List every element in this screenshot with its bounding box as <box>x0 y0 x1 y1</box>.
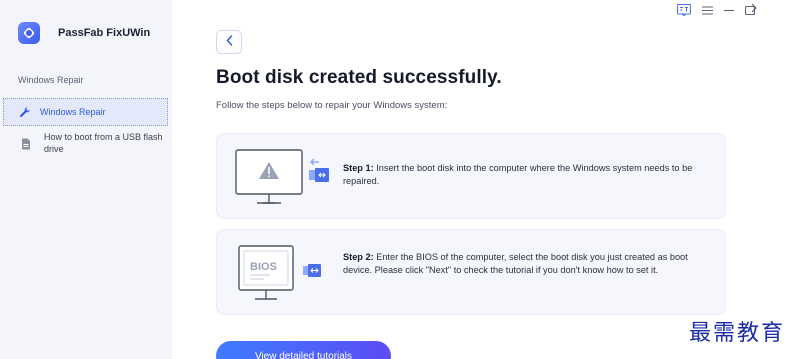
page-title: Boot disk created successfully. <box>216 67 502 88</box>
wrench-icon <box>19 106 31 118</box>
menu-icon[interactable] <box>702 5 713 15</box>
minimize-icon[interactable] <box>724 6 734 15</box>
step-1-text: Step 1: Insert the boot disk into the co… <box>343 162 715 188</box>
step-2-card: BIOS Step 2: Enter the BIOS of the compu… <box>216 229 726 315</box>
sidebar-item-usb-boot-guide[interactable]: How to boot from a USB flash drive <box>3 131 168 155</box>
step-1-description: Insert the boot disk into the computer w… <box>343 163 693 186</box>
app-name: PassFab FixUWin <box>58 27 151 39</box>
sidebar-item-label: Windows Repair <box>40 107 106 117</box>
step-1-label: Step 1: <box>343 163 374 173</box>
chevron-right-icon[interactable] <box>751 3 757 16</box>
chevron-left-icon <box>225 33 233 51</box>
sidebar-item-label: How to boot from a USB flash drive <box>44 132 163 154</box>
watermark: 最需教育 <box>688 321 785 346</box>
app-logo <box>18 22 40 44</box>
step-2-text: Step 2: Enter the BIOS of the computer, … <box>343 251 715 277</box>
right-edge <box>755 0 791 359</box>
insert-usb-illustration <box>235 149 329 204</box>
sidebar: PassFab FixUWin Windows Repair Windows R… <box>0 0 172 359</box>
sidebar-item-windows-repair[interactable]: Windows Repair <box>3 98 168 126</box>
bios-illustration: BIOS <box>238 245 321 300</box>
feedback-icon[interactable] <box>677 4 691 16</box>
sidebar-section-label: Windows Repair <box>18 75 84 85</box>
step-1-card: Step 1: Insert the boot disk into the co… <box>216 133 726 219</box>
step-2-label: Step 2: <box>343 252 374 262</box>
bios-label: BIOS <box>250 261 277 273</box>
brand: PassFab FixUWin <box>18 22 150 44</box>
document-icon <box>20 138 32 150</box>
back-button[interactable] <box>216 30 242 54</box>
step-2-description: Enter the BIOS of the computer, select t… <box>343 252 688 275</box>
page-subtitle: Follow the steps below to repair your Wi… <box>216 100 448 111</box>
view-tutorials-button[interactable]: View detailed tutorials <box>216 341 391 359</box>
window-controls <box>677 4 755 16</box>
